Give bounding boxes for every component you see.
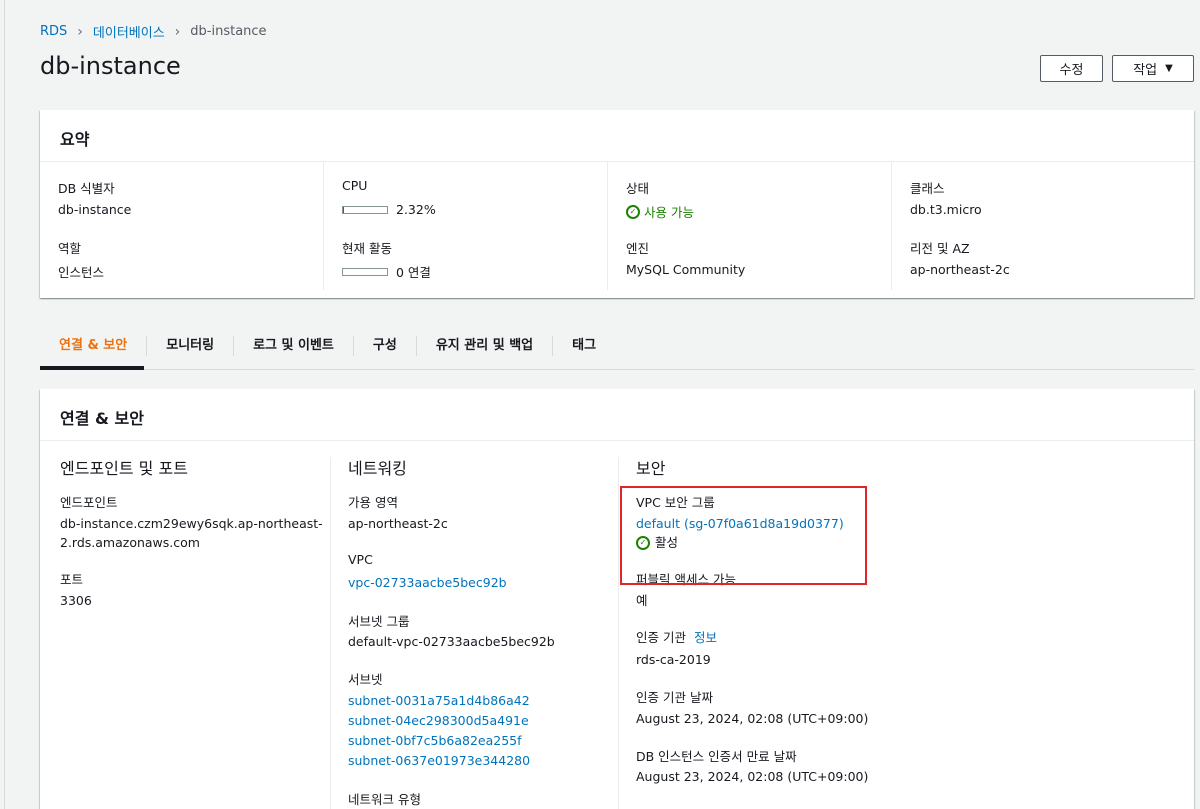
engine-value: MySQL Community [626, 262, 746, 277]
tab-maintenance-backup[interactable]: 유지 관리 및 백업 [417, 335, 554, 356]
security-section-title: 보안 [636, 459, 666, 478]
column-divider [618, 457, 619, 809]
tab-configuration[interactable]: 구성 [354, 335, 417, 356]
column-divider [330, 457, 331, 809]
az-label: 가용 영역 [348, 495, 398, 510]
role-label: 역할 [58, 241, 82, 256]
chevron-right-icon: › [77, 23, 83, 40]
subnet-link[interactable]: subnet-04ec298300d5a491e [348, 711, 529, 730]
ca-label-row: 인증 기관 정보 [636, 627, 717, 646]
cpu-label: CPU [342, 178, 368, 193]
cert-expiry-label: DB 인스턴스 인증서 만료 날짜 [636, 749, 797, 764]
activity-label: 현재 활동 [342, 241, 392, 256]
endpoint-section-title: 엔드포인트 및 포트 [60, 459, 188, 478]
summary-col-class: 클래스 db.t3.micro 리전 및 AZ ap-northeast-2c [892, 162, 1176, 290]
cpu-value: 2.32% [342, 202, 436, 217]
connectivity-header: 연결 & 보안 [40, 389, 1194, 441]
activity-connections: 0 연결 [396, 265, 431, 280]
tab-logs-events[interactable]: 로그 및 이벤트 [234, 335, 354, 356]
ca-value: rds-ca-2019 [636, 652, 711, 667]
role-value: 인스턴스 [58, 265, 105, 280]
connectivity-security-panel: 연결 & 보안 엔드포인트 및 포트 엔드포인트 db-instance.czm… [40, 389, 1194, 809]
az-value: ap-northeast-2c [348, 516, 448, 531]
cpu-percent: 2.32% [396, 202, 436, 217]
db-id-label: DB 식별자 [58, 181, 115, 196]
detail-tabs: 연결 & 보안 모니터링 로그 및 이벤트 구성 유지 관리 및 백업 태그 [40, 322, 1194, 370]
status-text: 사용 가능 [644, 205, 694, 220]
caret-down-icon: ▼ [1165, 63, 1173, 74]
db-id-value: db-instance [58, 202, 132, 217]
cert-expiry-value: August 23, 2024, 02:08 (UTC+09:00) [636, 769, 869, 784]
edit-button[interactable]: 수정 [1040, 55, 1103, 82]
endpoint-value-line1: db-instance.czm29ewy6sqk.ap-northeast- [60, 516, 323, 531]
subnet-link[interactable]: subnet-0bf7c5b6a82ea255f [348, 731, 522, 750]
ca-date-value: August 23, 2024, 02:08 (UTC+09:00) [636, 711, 869, 726]
check-circle-icon: ✓ [626, 204, 640, 219]
subnet-link[interactable]: subnet-0031a75a1d4b86a42 [348, 691, 530, 710]
port-label: 포트 [60, 572, 84, 587]
action-button-label: 작업 [1133, 63, 1158, 78]
left-border [4, 0, 5, 809]
ca-label: 인증 기관 [636, 630, 686, 645]
breadcrumb-databases[interactable]: 데이터베이스 [93, 22, 165, 41]
tab-tags[interactable]: 태그 [553, 336, 615, 356]
edit-button-label: 수정 [1059, 63, 1084, 78]
vpc-link[interactable]: vpc-02733aacbe5bec92b [348, 573, 507, 592]
status-value: ✓ 사용 가능 [626, 202, 694, 221]
network-type-label: 네트워크 유형 [348, 792, 421, 807]
status-label: 상태 [626, 181, 650, 196]
tab-monitoring[interactable]: 모니터링 [147, 335, 235, 356]
action-dropdown-button[interactable]: 작업 ▼ [1112, 55, 1194, 82]
summary-header: 요약 [40, 110, 1194, 162]
cpu-progress-bar [342, 205, 388, 214]
page-title: db-instance [40, 52, 181, 80]
public-access-value: 예 [636, 593, 648, 608]
subnets-label: 서브넷 [348, 672, 383, 687]
breadcrumb-current: db-instance [190, 24, 267, 39]
vpc-label: VPC [348, 552, 373, 567]
engine-label: 엔진 [626, 241, 650, 256]
summary-col-identifier: DB 식별자 db-instance 역할 인스턴스 [40, 162, 324, 290]
active-tab-indicator [40, 366, 144, 370]
subnet-group-value: default-vpc-02733aacbe5bec92b [348, 634, 555, 649]
networking-section-title: 네트워킹 [348, 459, 407, 478]
class-value: db.t3.micro [910, 202, 982, 217]
summary-col-status: 상태 ✓ 사용 가능 엔진 MySQL Community [608, 162, 892, 290]
region-value: ap-northeast-2c [910, 262, 1010, 277]
activity-progress-bar [342, 267, 388, 276]
ca-info-link[interactable]: 정보 [694, 630, 717, 645]
chevron-right-icon: › [174, 23, 181, 40]
activity-value: 0 연결 [342, 262, 431, 281]
subnet-group-label: 서브넷 그룹 [348, 614, 410, 629]
tab-connectivity-security[interactable]: 연결 & 보안 [40, 335, 148, 356]
summary-col-cpu: CPU 2.32% 현재 활동 0 연결 [324, 162, 608, 290]
breadcrumb: RDS › 데이터베이스 › db-instance [40, 22, 267, 42]
highlight-box [620, 486, 867, 585]
breadcrumb-rds[interactable]: RDS [40, 24, 67, 39]
subnet-link[interactable]: subnet-0637e01973e344280 [348, 751, 530, 770]
cpu-progress-fill [343, 206, 345, 213]
class-label: 클래스 [910, 181, 945, 196]
summary-panel: 요약 DB 식별자 db-instance 역할 인스턴스 CPU 2.32% … [40, 110, 1194, 298]
endpoint-value-line2: 2.rds.amazonaws.com [60, 535, 200, 550]
endpoint-label: 엔드포인트 [60, 495, 118, 510]
port-value: 3306 [60, 593, 92, 608]
region-label: 리전 및 AZ [910, 241, 970, 256]
ca-date-label: 인증 기관 날짜 [636, 690, 713, 705]
